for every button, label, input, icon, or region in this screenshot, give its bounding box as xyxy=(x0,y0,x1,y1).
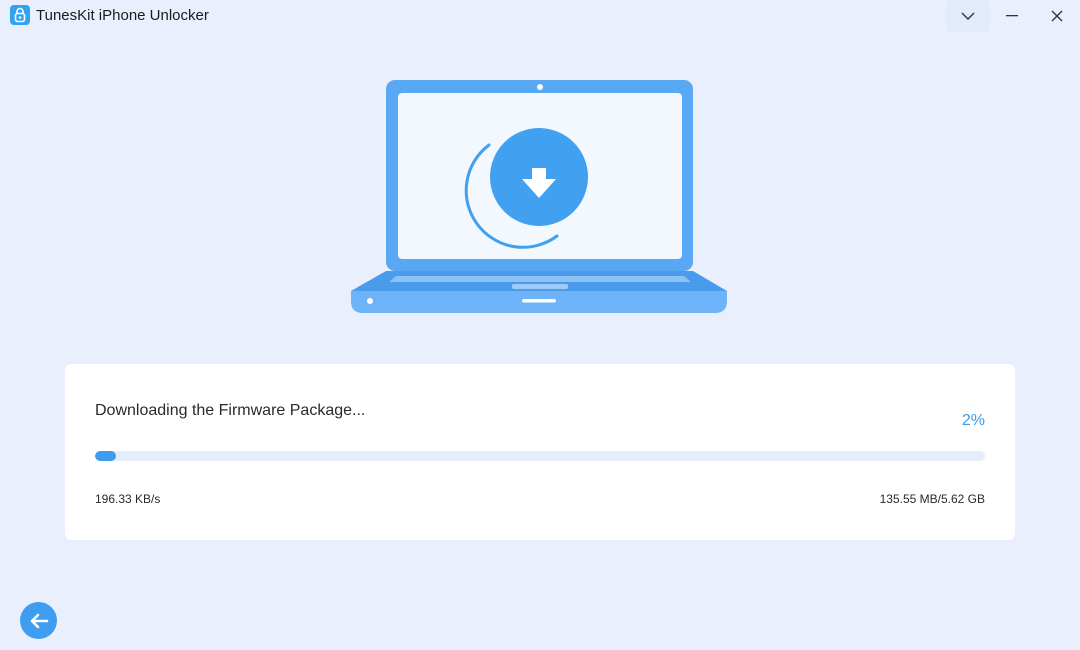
progress-fill xyxy=(95,451,116,461)
progress-percent: 2% xyxy=(961,412,985,429)
progress-bar xyxy=(95,451,985,461)
minimize-icon xyxy=(1006,15,1018,17)
laptop-illustration xyxy=(351,80,727,313)
close-button[interactable] xyxy=(1035,0,1079,32)
arrow-left-icon xyxy=(30,613,48,628)
status-text: Downloading the Firmware Package... xyxy=(95,402,366,419)
back-button[interactable] xyxy=(20,602,57,639)
menu-button[interactable] xyxy=(946,0,990,32)
download-progress-card: Downloading the Firmware Package... 2% 1… xyxy=(65,364,1015,540)
download-speed: 196.33 KB/s xyxy=(95,492,161,506)
minimize-button[interactable] xyxy=(990,0,1034,32)
app-title: TunesKit iPhone Unlocker xyxy=(36,7,209,24)
lock-logo-icon xyxy=(10,5,30,25)
chevron-down-icon xyxy=(961,12,975,20)
title-bar: TunesKit iPhone Unlocker xyxy=(0,0,1080,32)
close-icon xyxy=(1051,10,1063,22)
download-size: 135.55 MB/5.62 GB xyxy=(879,492,985,506)
